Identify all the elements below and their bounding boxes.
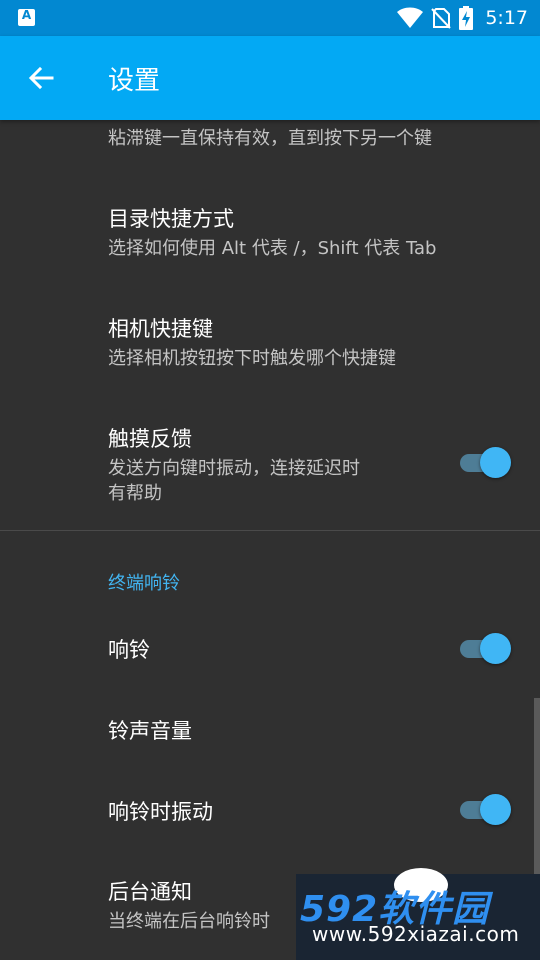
switch-thumb xyxy=(480,794,511,825)
battery-charging-icon xyxy=(459,6,474,30)
pref-title: 后台通知 xyxy=(108,880,192,904)
bell-switch[interactable] xyxy=(460,632,512,664)
pref-title: 触摸反馈 xyxy=(108,427,192,451)
watermark-url: www.592xiazai.com xyxy=(312,922,520,946)
status-icons: 5:17 xyxy=(389,0,528,36)
pref-summary-line2: 有帮助 xyxy=(108,483,162,504)
pref-bell-volume[interactable]: 铃声音量 xyxy=(0,690,540,770)
switch-thumb xyxy=(480,447,511,478)
pref-directory-shortcut[interactable]: 目录快捷方式 选择如何使用 Alt 代表 /，Shift 代表 Tab xyxy=(0,180,540,280)
pref-title: 响铃时振动 xyxy=(108,800,213,824)
haptic-feedback-switch[interactable] xyxy=(460,446,512,478)
pref-bell[interactable]: 响铃 xyxy=(0,608,540,688)
pref-haptic-feedback[interactable]: 触摸反馈 发送方向键时振动，连接延迟时 有帮助 xyxy=(0,400,540,520)
pref-sticky-keys[interactable]: 粘滞键一直保持有效，直到按下另一个键 xyxy=(0,120,540,160)
pref-summary: 选择相机按钮按下时触发哪个快捷键 xyxy=(108,348,396,369)
app-bar: 设置 xyxy=(0,36,540,120)
no-sim-icon xyxy=(431,8,452,29)
pref-title: 目录快捷方式 xyxy=(108,207,234,231)
app-notification-letter: A xyxy=(21,8,32,22)
pref-summary: 粘滞键一直保持有效，直到按下另一个键 xyxy=(108,128,432,149)
pref-title: 响铃 xyxy=(108,638,150,662)
category-terminal-bell: 终端响铃 xyxy=(108,573,180,594)
pref-summary: 当终端在后台响铃时 xyxy=(108,911,270,932)
status-time: 5:17 xyxy=(485,7,528,29)
back-button[interactable] xyxy=(22,58,62,98)
pref-camera-shortcut[interactable]: 相机快捷键 选择相机按钮按下时触发哪个快捷键 xyxy=(0,290,540,390)
pref-title: 铃声音量 xyxy=(108,719,192,743)
settings-list[interactable]: 粘滞键一直保持有效，直到按下另一个键 目录快捷方式 选择如何使用 Alt 代表 … xyxy=(0,120,540,960)
pref-bell-vibrate[interactable]: 响铃时振动 xyxy=(0,770,540,850)
wifi-icon xyxy=(397,7,424,28)
pref-summary-line1: 发送方向键时振动，连接延迟时 xyxy=(108,458,360,479)
switch-thumb xyxy=(480,633,511,664)
status-bar: A 5:17 xyxy=(0,0,540,36)
bell-vibrate-switch[interactable] xyxy=(460,793,512,825)
section-divider xyxy=(0,530,540,531)
arrow-back-icon xyxy=(28,66,54,90)
page-title: 设置 xyxy=(108,66,161,96)
app-notification-icon: A xyxy=(18,8,35,26)
pref-summary: 选择如何使用 Alt 代表 /，Shift 代表 Tab xyxy=(108,238,437,259)
pref-title: 相机快捷键 xyxy=(108,317,213,341)
